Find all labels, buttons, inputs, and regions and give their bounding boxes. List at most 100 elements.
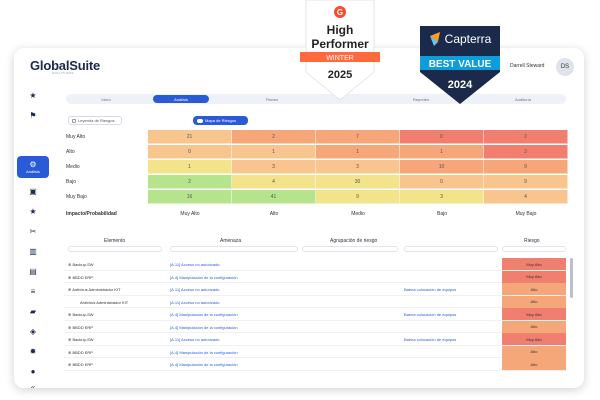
heatmap-cell[interactable]: 1	[400, 145, 484, 159]
legend-toggle[interactable]: Leyenda de Riesgos	[68, 116, 122, 125]
heatmap-cell[interactable]: 3	[484, 145, 568, 159]
heatmap-cell[interactable]: 4	[232, 175, 316, 189]
heatmap-row-label: Muy Alto	[66, 134, 86, 140]
heatmap-col-label: Medio	[351, 211, 365, 217]
heatmap-cell[interactable]: 2	[148, 175, 232, 189]
heatmap-cell[interactable]: 9	[484, 175, 568, 189]
table-row[interactable]: ⊕ Backup-SW [A.11] Acceso no autorizado Ba…	[64, 333, 566, 346]
heatmap-row-label: Bajo	[66, 179, 77, 185]
heatmap-cell[interactable]: 41	[232, 190, 316, 204]
table-row[interactable]: ⊕ Antivirus Administrador KIT [A.11] Acce…	[64, 283, 566, 296]
tab-analisis[interactable]: Análisis	[153, 95, 209, 103]
heatmap-cell[interactable]: 4	[484, 190, 568, 204]
sidebar-item-label: Análisis	[26, 168, 40, 174]
table-row[interactable]: ⊕ BBDD ERP [A.4] Manipulación de la confi…	[64, 270, 566, 283]
checkbox[interactable]	[72, 118, 76, 123]
star-outline-icon[interactable]: ★	[22, 204, 44, 218]
heatmap-col-label: Alto	[269, 211, 279, 217]
capterra-year: 2024	[448, 79, 473, 91]
g2-year: 2025	[328, 69, 352, 81]
threat-link[interactable]: [A.4] Manipulación de la configuración	[170, 275, 238, 280]
heatmap-toggle[interactable]: Mapa de Riesgos	[193, 116, 248, 125]
heatmap-cell[interactable]: 3	[400, 190, 484, 204]
capterra-best-value: BEST VALUE	[429, 59, 492, 70]
heatmap-cell[interactable]: 16	[148, 190, 232, 204]
gear-icon[interactable]: ✹	[22, 344, 44, 358]
column-filter-input[interactable]	[404, 246, 498, 252]
tab-inicio[interactable]: Inicio	[78, 95, 134, 103]
g2-season: WINTER	[326, 55, 354, 62]
screenshot: ★ ⚑ ⚙ Análisis ▣ ★ ✂ ▥ ▤ ≡ ▰ ◈ ✹ ● « Glo…	[0, 0, 600, 400]
star-icon[interactable]: ★	[22, 88, 44, 102]
heatmap-cell[interactable]: 9	[316, 190, 400, 204]
heatmap-cell[interactable]: 0	[148, 145, 232, 159]
threat-link[interactable]: [A.11] Acceso no autorizado	[170, 300, 220, 305]
column-filter-input[interactable]	[170, 246, 298, 252]
threat-link[interactable]: [A.4] Manipulación de la configuración	[170, 350, 238, 355]
tools-icon[interactable]: ✂	[22, 224, 44, 238]
heatmap-cell[interactable]: 2	[484, 130, 568, 144]
risk-badge: Alto	[502, 345, 566, 358]
heatmap-cell[interactable]: 7	[316, 130, 400, 144]
tab-planes[interactable]: Planes	[236, 95, 308, 103]
element-cell: ⊕ BBDD ERP	[68, 349, 93, 355]
collapse-icon[interactable]: «	[22, 380, 44, 389]
risk-badge: Alto	[502, 283, 566, 295]
control-link[interactable]: Baena colocación de equipos	[404, 287, 456, 292]
threat-link[interactable]: [A.4] Manipulación de la configuración	[170, 362, 238, 367]
heatmap-cell[interactable]: 21	[148, 130, 232, 144]
heatmap-row-label: Alto	[66, 149, 75, 155]
g2-badge: G High Performer WINTER 2025	[300, 0, 380, 101]
heatmap-cell[interactable]: 3	[232, 160, 316, 174]
heatmap-cell[interactable]: 3	[316, 160, 400, 174]
list-icon[interactable]: ≡	[22, 284, 44, 298]
layers-icon[interactable]: ◈	[22, 324, 44, 338]
threat-link[interactable]: [A.4] Manipulación de la configuración	[170, 325, 238, 330]
brand-sub: SOLUTIONS	[52, 71, 74, 75]
element-cell: ⊕ BBDD ERP	[68, 324, 93, 330]
capterra-logo: Capterra	[445, 32, 492, 46]
heatmap-cell[interactable]: 1	[316, 145, 400, 159]
column-filter-input[interactable]	[502, 246, 566, 252]
heatmap-cell[interactable]: 10	[400, 160, 484, 174]
heatmap-cell[interactable]: 0	[400, 175, 484, 189]
folder-icon[interactable]: ▰	[22, 304, 44, 318]
heatmap-cell[interactable]: 2	[232, 130, 316, 144]
heatmap-cell[interactable]: 0	[400, 130, 484, 144]
heatmap-cell[interactable]: 30	[316, 175, 400, 189]
threat-link[interactable]: [A.11] Acceso no autorizado	[170, 287, 220, 292]
table-row[interactable]: ⊕ BBDD ERP [A.4] Manipulación de la confi…	[64, 320, 566, 333]
risk-badge: Alto	[502, 320, 566, 333]
heatmap-cell[interactable]: 1	[148, 160, 232, 174]
sidebar-item-analisis[interactable]: ⚙ Análisis	[17, 156, 49, 178]
control-link[interactable]: Baena colocación de equipos	[404, 312, 456, 317]
risk-badge: Muy Alto	[502, 333, 566, 345]
table-row[interactable]: ⊕ BBDD ERP [A.4] Manipulación de la confi…	[64, 345, 566, 358]
element-cell: ⊕ Backup-SW	[68, 337, 94, 342]
column-filter-input[interactable]	[68, 246, 162, 252]
threat-link[interactable]: [A.11] Acceso no autorizado	[170, 262, 220, 267]
flag-icon[interactable]: ⚑	[22, 108, 44, 122]
g2-high: High	[327, 23, 354, 37]
clipboard-icon[interactable]: ▤	[22, 264, 44, 278]
document-icon[interactable]: ▣	[22, 184, 44, 198]
heatmap-col-label: Muy Bajo	[515, 211, 537, 217]
user-name[interactable]: Darrell Steward	[510, 63, 544, 69]
bar-chart-icon[interactable]: ▥	[22, 244, 44, 258]
threat-link[interactable]: [A.4] Manipulación de la configuración	[170, 312, 238, 317]
heatmap-row-label: Muy Bajo	[66, 194, 87, 200]
table-row[interactable]: ⊕ Backup-SW [A.11] Acceso no autorizado Mu…	[64, 258, 566, 271]
table-row[interactable]: Antivirus Administrador KIT [A.11] Acceso…	[64, 295, 566, 308]
g2-logo: G	[337, 8, 343, 17]
control-link[interactable]: Baena colocación de equipos	[404, 337, 456, 342]
heatmap-cell[interactable]: 9	[484, 160, 568, 174]
table-row[interactable]: ⊕ Backup-SW [A.4] Manipulación de la conf…	[64, 308, 566, 321]
table-row[interactable]: ⊕ BBDD ERP [A.4] Manipulación de la confi…	[64, 358, 566, 371]
heatmap-cell[interactable]: 1	[232, 145, 316, 159]
threat-link[interactable]: [A.11] Acceso no autorizado	[170, 337, 220, 342]
column-filter-input[interactable]	[302, 246, 398, 252]
scrollbar[interactable]	[570, 258, 573, 298]
heatmap-axis-label: Impacto/Probabilidad	[66, 211, 117, 217]
help-icon[interactable]: ●	[22, 364, 44, 378]
avatar[interactable]: DS	[556, 58, 574, 76]
